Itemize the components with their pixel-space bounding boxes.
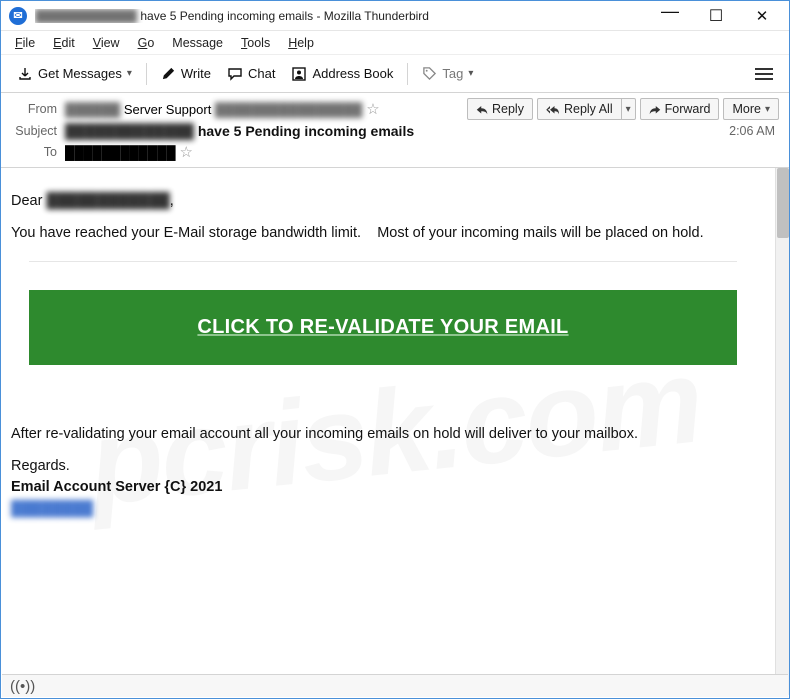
app-menu-button[interactable]	[747, 61, 781, 87]
from-value: ██████ Server Support ████████████████	[65, 102, 362, 117]
forward-icon	[649, 103, 661, 115]
pencil-icon	[161, 66, 176, 81]
message-headers: From ██████ Server Support █████████████…	[1, 93, 789, 168]
get-messages-label: Get Messages	[38, 66, 122, 81]
vertical-scrollbar[interactable]	[775, 168, 789, 695]
subject-hidden-prefix: █████████████	[65, 123, 194, 139]
from-address-hidden: ████████████████	[215, 102, 362, 117]
regards-line: Regards.	[11, 457, 755, 477]
write-label: Write	[181, 66, 211, 81]
tag-icon	[422, 66, 437, 81]
tag-button[interactable]: Tag ▾	[414, 62, 481, 85]
sync-icon[interactable]: ((•))	[10, 678, 35, 695]
greeting-line: Dear ████████████,	[11, 192, 755, 212]
chevron-down-icon: ▾	[468, 68, 473, 79]
write-button[interactable]: Write	[153, 62, 219, 85]
title-hidden-prefix: ████████████	[35, 9, 137, 23]
from-suffix: Server Support	[120, 102, 215, 117]
to-hidden: ████████████	[65, 145, 176, 160]
download-icon	[17, 66, 33, 82]
message-actions: Reply Reply All ▾ Forward More ▾	[467, 98, 779, 120]
reply-button[interactable]: Reply	[467, 98, 533, 120]
reply-all-button[interactable]: Reply All	[537, 98, 622, 120]
window-titlebar: ✉ ████████████ have 5 Pending incoming e…	[1, 1, 789, 31]
subject-label: Subject	[11, 124, 65, 138]
toolbar-separator	[407, 63, 408, 85]
main-toolbar: Get Messages ▾ Write Chat Address Book T…	[1, 55, 789, 93]
menu-tools[interactable]: Tools	[233, 34, 278, 52]
menu-go[interactable]: Go	[130, 34, 163, 52]
star-recipient-button[interactable]: ☆	[176, 143, 197, 161]
subject-suffix: have 5 Pending incoming emails	[194, 123, 414, 139]
minimize-button[interactable]: —	[647, 0, 693, 27]
statusbar: ((•))	[2, 674, 788, 697]
to-row: To ████████████ ☆	[1, 143, 789, 167]
address-book-icon	[291, 66, 307, 82]
more-label: More	[732, 102, 760, 116]
received-time: 2:06 AM	[729, 124, 779, 138]
chevron-down-icon: ▾	[765, 104, 770, 115]
menu-message[interactable]: Message	[164, 34, 231, 52]
menu-file[interactable]: File	[7, 34, 43, 52]
menu-help[interactable]: Help	[280, 34, 322, 52]
forward-button[interactable]: Forward	[640, 98, 720, 120]
to-label: To	[11, 145, 65, 159]
reply-label: Reply	[492, 102, 524, 116]
get-messages-button[interactable]: Get Messages ▾	[9, 62, 140, 86]
scrollbar-thumb[interactable]	[777, 168, 789, 238]
cta-label: CLICK TO RE-VALIDATE YOUR EMAIL	[197, 316, 568, 338]
from-row: From ██████ Server Support █████████████…	[1, 93, 789, 123]
close-button[interactable]: ✕	[739, 1, 785, 31]
message-body-wrapper: Dear ████████████, You have reached your…	[1, 168, 789, 695]
revalidate-email-button[interactable]: CLICK TO RE-VALIDATE YOUR EMAIL	[29, 290, 737, 365]
chevron-down-icon: ▾	[127, 68, 132, 79]
greeting-hidden: ████████████	[46, 193, 169, 209]
address-book-label: Address Book	[312, 66, 393, 81]
chat-icon	[227, 66, 243, 82]
menu-view[interactable]: View	[85, 34, 128, 52]
title-suffix: have 5 Pending incoming emails - Mozilla…	[137, 9, 429, 23]
more-button[interactable]: More ▾	[723, 98, 779, 120]
reply-all-dropdown[interactable]: ▾	[622, 98, 636, 120]
from-label: From	[11, 102, 65, 116]
window-title: ████████████ have 5 Pending incoming ema…	[35, 9, 647, 23]
menubar: File Edit View Go Message Tools Help	[1, 31, 789, 55]
address-book-button[interactable]: Address Book	[283, 62, 401, 86]
body-paragraph-1: You have reached your E-Mail storage ban…	[11, 224, 755, 244]
forward-label: Forward	[665, 102, 711, 116]
thunderbird-app-icon: ✉	[9, 7, 27, 25]
subject-row: Subject █████████████ have 5 Pending inc…	[1, 123, 789, 143]
toolbar-separator	[146, 63, 147, 85]
body-paragraph-2: After re-validating your email account a…	[11, 425, 755, 445]
divider	[29, 261, 737, 262]
from-name-hidden: ██████	[65, 102, 120, 117]
menu-edit[interactable]: Edit	[45, 34, 83, 52]
subject-value: █████████████ have 5 Pending incoming em…	[65, 123, 414, 139]
chat-label: Chat	[248, 66, 275, 81]
reply-icon	[476, 103, 488, 115]
message-body: Dear ████████████, You have reached your…	[1, 168, 775, 695]
reply-all-icon	[546, 103, 560, 115]
chat-button[interactable]: Chat	[219, 62, 283, 86]
chevron-down-icon: ▾	[626, 104, 631, 115]
maximize-button[interactable]: ☐	[693, 1, 739, 31]
signature-link-hidden[interactable]: ████████	[11, 501, 93, 517]
tag-label: Tag	[442, 66, 463, 81]
signature-line: Email Account Server {C} 2021	[11, 478, 755, 498]
reply-all-label: Reply All	[564, 102, 613, 116]
star-contact-button[interactable]: ☆	[362, 100, 383, 118]
